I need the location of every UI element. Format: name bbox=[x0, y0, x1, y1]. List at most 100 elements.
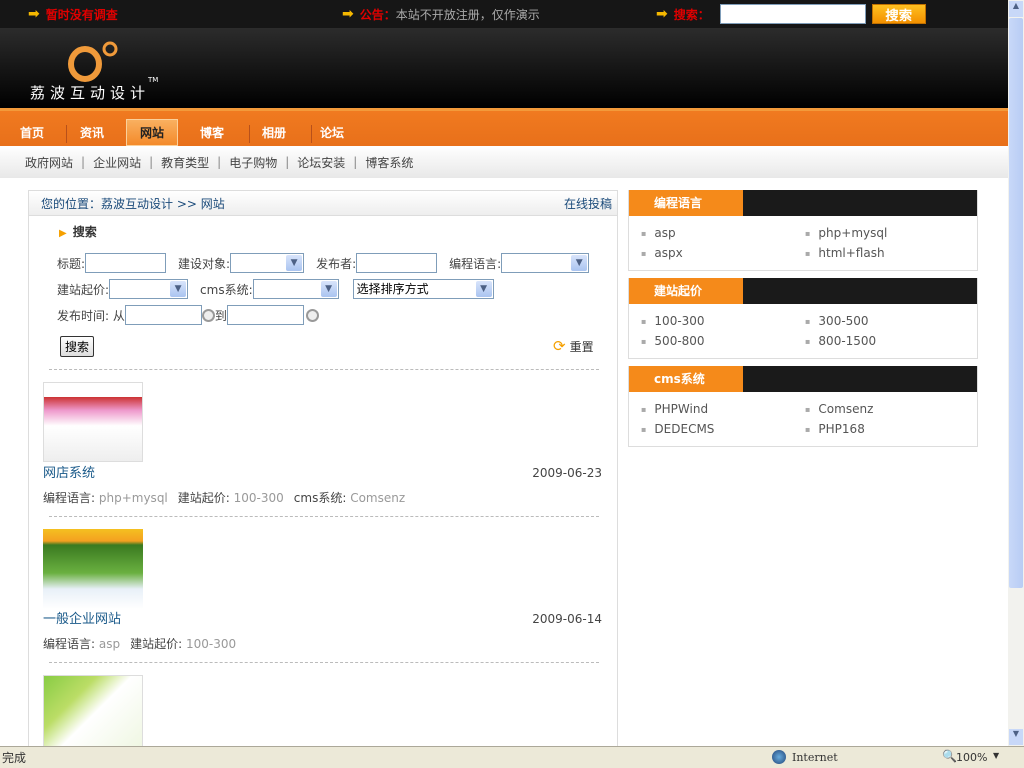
nav-news[interactable]: 资讯 bbox=[68, 119, 116, 146]
to-label: 到 bbox=[214, 308, 227, 323]
logo-text: 荔波互动设计 bbox=[30, 84, 151, 102]
zoom-level[interactable]: 100% bbox=[956, 751, 987, 764]
item-date: 2009-06-14 bbox=[532, 612, 602, 626]
status-text: 完成 bbox=[2, 751, 27, 765]
item-thumbnail[interactable] bbox=[43, 529, 143, 609]
subnav-forum-install[interactable]: 论坛安装 bbox=[297, 154, 345, 171]
survey-section: ➡ 暂时没有调查 bbox=[28, 4, 118, 24]
notice-text: 本站不开放注册，仅作演示 bbox=[395, 7, 540, 22]
sort-select[interactable]: 选择排序方式 ▼ bbox=[352, 279, 494, 299]
reset-button[interactable]: ⟳ 重置 bbox=[553, 337, 594, 355]
vertical-scrollbar[interactable]: ▲ ▼ bbox=[1008, 0, 1024, 746]
subnav-gov[interactable]: 政府网站 bbox=[25, 154, 73, 171]
sidebar-link[interactable]: aspx bbox=[641, 246, 805, 266]
chevron-down-icon: ▼ bbox=[320, 281, 337, 297]
sidebar-link[interactable]: DEDECMS bbox=[641, 422, 805, 442]
price-select[interactable]: ▼ bbox=[109, 279, 189, 299]
subnav-shopping[interactable]: 电子购物 bbox=[229, 154, 277, 171]
subnav-blog-system[interactable]: 博客系统 bbox=[365, 154, 413, 171]
logo-tm: TM bbox=[148, 76, 159, 84]
subnav-education[interactable]: 教育类型 bbox=[161, 154, 209, 171]
chevron-down-icon: ▼ bbox=[286, 255, 303, 271]
search-heading: 搜索 bbox=[72, 225, 97, 239]
header: 荔波互动设计 TM bbox=[0, 28, 1008, 108]
main-panel: 您的位置：荔波互动设计 >> 网站 在线投稿 ▶ 搜索 标题: 建设对象: ▼ 发布… bbox=[28, 190, 618, 755]
lang-label: 编程语言: bbox=[449, 256, 502, 271]
arrow-icon: ➡ bbox=[28, 6, 40, 22]
sidebar-link[interactable]: 800-1500 bbox=[805, 334, 969, 354]
sidebar-box-cms: cms系统 PHPWindComsenzDEDECMSPHP168 bbox=[628, 366, 978, 447]
nav-blog[interactable]: 博客 bbox=[188, 119, 236, 146]
breadcrumb: 您的位置：荔波互动设计 >> 网站 在线投稿 bbox=[29, 191, 617, 216]
refresh-icon: ⟳ bbox=[553, 337, 566, 355]
breadcrumb-sep: >> bbox=[176, 196, 197, 211]
top-search-input[interactable] bbox=[719, 4, 866, 24]
sidebar-link[interactable]: 500-800 bbox=[641, 334, 805, 354]
zoom-icon: 🔍 bbox=[942, 749, 957, 763]
price-label: 建站起价: bbox=[57, 282, 110, 297]
nav-website[interactable]: 网站 bbox=[126, 119, 178, 146]
chevron-down-icon: ▼ bbox=[475, 281, 492, 297]
scroll-up-icon[interactable]: ▲ bbox=[1009, 1, 1023, 17]
breadcrumb-current[interactable]: 网站 bbox=[201, 197, 225, 211]
notice-label: 公告： bbox=[359, 7, 396, 22]
subnav-enterprise[interactable]: 企业网站 bbox=[93, 154, 141, 171]
breadcrumb-prefix: 您的位置： bbox=[41, 196, 102, 211]
item-thumbnail[interactable] bbox=[43, 382, 143, 462]
sidebar-link[interactable]: 300-500 bbox=[805, 314, 969, 334]
sidebar-link[interactable]: asp bbox=[641, 226, 805, 246]
nav-home[interactable]: 首页 bbox=[8, 119, 56, 146]
sidebar-link[interactable]: php+mysql bbox=[805, 226, 969, 246]
breadcrumb-home[interactable]: 荔波互动设计 bbox=[101, 197, 173, 211]
scroll-thumb[interactable] bbox=[1009, 18, 1023, 588]
logo[interactable]: 荔波互动设计 TM bbox=[30, 36, 160, 102]
item-title[interactable]: 网店系统 bbox=[43, 462, 95, 481]
box-title: 编程语言 bbox=[629, 190, 743, 216]
top-search-button[interactable]: 搜索 bbox=[871, 4, 926, 24]
arrow-icon: ➡ bbox=[656, 6, 668, 22]
publisher-input[interactable] bbox=[356, 253, 438, 273]
title-label: 标题: bbox=[57, 256, 86, 271]
search-submit-button[interactable]: 搜索 bbox=[60, 336, 94, 357]
nav-album[interactable]: 相册 bbox=[250, 119, 298, 146]
cms-select[interactable]: ▼ bbox=[252, 279, 339, 299]
sidebar-link[interactable]: html+flash bbox=[805, 246, 969, 266]
survey-text[interactable]: 暂时没有调查 bbox=[46, 6, 118, 23]
box-title: 建站起价 bbox=[629, 278, 743, 304]
calendar-icon[interactable] bbox=[201, 308, 215, 322]
time-to-input[interactable] bbox=[226, 305, 304, 325]
caret-icon: ▶ bbox=[59, 228, 67, 239]
submit-online-link[interactable]: 在线投稿 bbox=[564, 195, 612, 212]
box-title: cms系统 bbox=[629, 366, 743, 392]
sidebar-box-price: 建站起价 100-300300-500500-800800-1500 bbox=[628, 278, 978, 359]
item-meta: 编程语言: asp 建站起价: 100-300 bbox=[43, 637, 237, 651]
main-nav: 首页 资讯 网站 博客 相册 论坛 bbox=[0, 108, 1008, 146]
target-label: 建设对象: bbox=[178, 256, 231, 271]
search-label: 搜索： bbox=[673, 7, 710, 22]
time-from-input[interactable] bbox=[124, 305, 202, 325]
sidebar-link[interactable]: 100-300 bbox=[641, 314, 805, 334]
lang-select[interactable]: ▼ bbox=[501, 253, 590, 273]
status-bar: 完成 Internet 🔍 100% ▼ bbox=[0, 746, 1024, 768]
arrow-icon: ➡ bbox=[342, 6, 354, 22]
item-thumbnail[interactable] bbox=[43, 675, 143, 755]
sort-select-value: 选择排序方式 bbox=[356, 282, 429, 296]
top-bar: ➡ 暂时没有调查 ➡ 公告： 本站不开放注册，仅作演示 ➡ 搜索： 搜索 bbox=[0, 0, 1008, 28]
time-label: 发布时间: 从 bbox=[57, 308, 125, 323]
chevron-down-icon: ▼ bbox=[571, 255, 588, 271]
reset-label: 重置 bbox=[569, 339, 594, 354]
sidebar-link[interactable]: Comsenz bbox=[805, 402, 969, 422]
target-select[interactable]: ▼ bbox=[230, 253, 305, 273]
calendar-icon[interactable] bbox=[305, 308, 319, 322]
globe-icon bbox=[772, 750, 786, 764]
item-title[interactable]: 一般企业网站 bbox=[43, 608, 121, 627]
title-input[interactable] bbox=[85, 253, 167, 273]
sidebar-box-language: 编程语言 aspphp+mysqlaspxhtml+flash bbox=[628, 190, 978, 271]
scroll-down-icon[interactable]: ▼ bbox=[1009, 729, 1023, 745]
nav-forum[interactable]: 论坛 bbox=[308, 119, 356, 146]
sidebar-link[interactable]: PHP168 bbox=[805, 422, 969, 442]
chevron-down-icon[interactable]: ▼ bbox=[993, 751, 999, 760]
sidebar-link[interactable]: PHPWind bbox=[641, 402, 805, 422]
item-meta: 编程语言: php+mysql 建站起价: 100-300 cms系统: Comse… bbox=[43, 491, 406, 505]
sub-nav: 政府网站 | 企业网站 | 教育类型 | 电子购物 | 论坛安装 | 博客系统 bbox=[0, 146, 1008, 178]
